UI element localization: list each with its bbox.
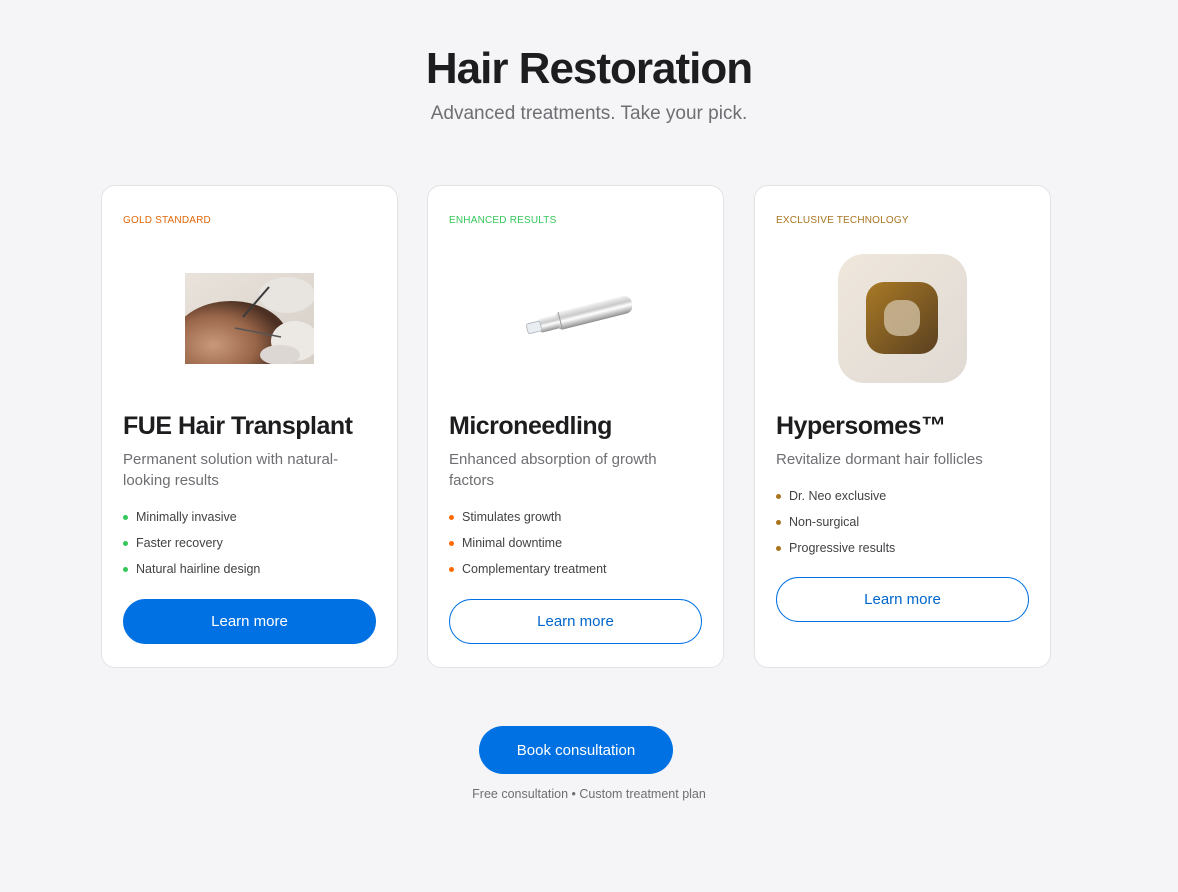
hypersomes-app-icon bbox=[838, 253, 967, 383]
card-description: Enhanced absorption of growth factors bbox=[449, 451, 657, 489]
fue-procedure-image bbox=[185, 272, 314, 364]
consultation-note: Free consultation • Custom treatment pla… bbox=[472, 787, 706, 801]
feature-item: Dr. Neo exclusive bbox=[776, 483, 1029, 509]
microneedling-pen-image bbox=[525, 295, 632, 335]
treatment-card-fue: Gold Standard FUE Hair Trans bbox=[101, 185, 398, 668]
bullet-dot bbox=[449, 566, 454, 572]
feature-list: Minimally invasive Faster recovery Natur… bbox=[123, 504, 376, 582]
card-badge: Enhanced Results bbox=[449, 215, 557, 226]
feature-item: Progressive results bbox=[776, 535, 1029, 561]
feature-item: Non-surgical bbox=[776, 509, 1029, 535]
bullet-dot bbox=[776, 519, 781, 525]
treatment-card-microneedling: Enhanced Results Microneedling Enhanced … bbox=[427, 185, 724, 668]
bullet-dot bbox=[776, 493, 781, 499]
bullet-dot bbox=[449, 540, 454, 546]
learn-more-button[interactable]: Learn more bbox=[123, 599, 376, 644]
bullet-dot bbox=[776, 545, 781, 551]
learn-more-button[interactable]: Learn more bbox=[776, 577, 1029, 622]
treatment-card-hypersomes: Exclusive Technology Hypersomes™ Revital… bbox=[754, 185, 1051, 668]
feature-item: Complementary treatment bbox=[449, 556, 702, 582]
feature-list: Stimulates growth Minimal downtime Compl… bbox=[449, 504, 702, 582]
card-description: Permanent solution with natural-looking … bbox=[123, 451, 339, 489]
card-badge: Gold Standard bbox=[123, 215, 211, 226]
bullet-dot bbox=[123, 566, 128, 572]
bullet-dot bbox=[123, 514, 128, 520]
feature-list: Dr. Neo exclusive Non-surgical Progressi… bbox=[776, 483, 1029, 561]
bullet-dot bbox=[449, 514, 454, 520]
card-image bbox=[102, 254, 397, 382]
learn-more-button[interactable]: Learn more bbox=[449, 599, 702, 644]
page-subtitle: Advanced treatments. Take your pick. bbox=[430, 103, 748, 124]
feature-item: Natural hairline design bbox=[123, 556, 376, 582]
page-title: Hair Restoration bbox=[425, 44, 753, 93]
feature-item: Minimal downtime bbox=[449, 530, 702, 556]
feature-item: Faster recovery bbox=[123, 530, 376, 556]
book-consultation-button[interactable]: Book consultation bbox=[479, 726, 673, 774]
card-badge: Exclusive Technology bbox=[776, 215, 909, 226]
card-image bbox=[755, 253, 1050, 383]
bullet-dot bbox=[123, 540, 128, 546]
card-title: Microneedling bbox=[449, 412, 612, 440]
card-image bbox=[428, 254, 723, 382]
feature-item: Minimally invasive bbox=[123, 504, 376, 530]
card-title: FUE Hair Transplant bbox=[123, 412, 353, 440]
card-title: Hypersomes™ bbox=[776, 412, 946, 440]
hero: Hair Restoration Advanced treatments. Ta… bbox=[0, 44, 1178, 126]
feature-item: Stimulates growth bbox=[449, 504, 702, 530]
card-description: Revitalize dormant hair follicles bbox=[776, 451, 983, 468]
